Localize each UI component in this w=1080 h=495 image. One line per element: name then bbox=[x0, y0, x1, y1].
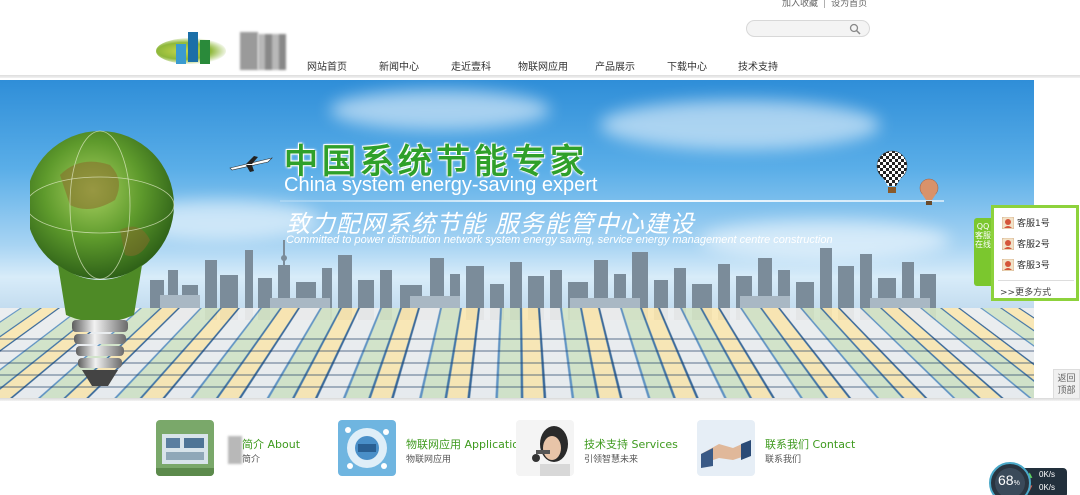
feature-application-sub: 物联网应用 bbox=[406, 455, 452, 465]
qq-avatar-icon bbox=[1002, 238, 1014, 250]
top-links-separator: | bbox=[823, 0, 827, 9]
download-rate: 0K/s bbox=[1039, 483, 1056, 492]
qq-more-link[interactable]: >>更多方式 bbox=[1000, 285, 1051, 298]
feature-contact[interactable]: 联系我们 Contact 联系我们 bbox=[697, 420, 867, 480]
search-box bbox=[746, 20, 870, 37]
application-thumbnail bbox=[338, 420, 396, 476]
back-to-top-line1: 返回 bbox=[1057, 374, 1076, 384]
banner-divider bbox=[280, 200, 944, 202]
top-links: 加入收藏 | 设为首页 bbox=[782, 0, 867, 9]
services-thumbnail bbox=[516, 420, 574, 476]
qq-service-tab[interactable]: QQ客服在线 bbox=[974, 218, 992, 286]
qq-agent-label: 客服2号 bbox=[1017, 240, 1050, 250]
nav-item-about[interactable]: 走近壹科 bbox=[451, 58, 491, 73]
banner-en-title: China system energy-saving expert bbox=[284, 174, 598, 196]
qq-tab-label: QQ客服在线 bbox=[975, 222, 991, 249]
feature-about-sub: 简介 bbox=[242, 455, 261, 465]
search-icon[interactable] bbox=[849, 23, 861, 35]
qq-agent-2[interactable]: 客服2号 bbox=[1002, 237, 1050, 251]
feature-contact-title: 联系我们 Contact bbox=[765, 438, 856, 451]
contact-thumbnail bbox=[697, 420, 755, 476]
qq-avatar-icon bbox=[1002, 259, 1014, 271]
banner-bottom-divider bbox=[0, 398, 1080, 401]
network-speed-widget[interactable]: ▲ 0K/s ▼ 0K/s 68% bbox=[989, 460, 1080, 495]
hot-air-balloon-icon bbox=[876, 150, 908, 193]
qq-agent-3[interactable]: 客服3号 bbox=[1002, 258, 1050, 272]
back-to-top-button[interactable]: 返回 顶部 bbox=[1053, 369, 1080, 401]
hero-banner[interactable]: 中国系统节能专家 China system energy-saving expe… bbox=[0, 80, 1034, 398]
nav-item-support[interactable]: 技术支持 bbox=[738, 58, 778, 73]
qq-agent-label: 客服1号 bbox=[1017, 219, 1050, 229]
qq-service-panel: 客服1号 客服2号 客服3号 >>更多方式 bbox=[991, 205, 1079, 301]
memory-percent: 68% bbox=[998, 472, 1020, 488]
feature-application[interactable]: 物联网应用 Application 物联网应用 bbox=[338, 420, 526, 480]
memory-percent-value: 68 bbox=[998, 472, 1014, 488]
feature-services[interactable]: 技术支持 Services 引领智慧未来 bbox=[516, 420, 686, 480]
feature-services-sub: 引领智慧未来 bbox=[584, 455, 639, 465]
search-input[interactable] bbox=[755, 22, 845, 35]
feature-about-title: 简介 About bbox=[242, 438, 301, 451]
nav-item-news[interactable]: 新闻中心 bbox=[379, 58, 419, 73]
feature-application-title: 物联网应用 Application bbox=[406, 438, 526, 451]
nav-item-products[interactable]: 产品展示 bbox=[595, 58, 635, 73]
main-nav: 网站首页 新闻中心 走近壹科 物联网应用 产品展示 下载中心 技术支持 bbox=[0, 58, 1080, 76]
nav-item-iot[interactable]: 物联网应用 bbox=[518, 58, 568, 73]
feature-about[interactable]: 简介 About 简介 bbox=[156, 420, 326, 480]
nav-item-home[interactable]: 网站首页 bbox=[307, 58, 347, 73]
cloud bbox=[330, 90, 550, 130]
cloud bbox=[600, 100, 880, 150]
qq-agent-label: 客服3号 bbox=[1017, 261, 1050, 271]
nav-item-downloads[interactable]: 下载中心 bbox=[667, 58, 707, 73]
airplane-icon bbox=[229, 156, 273, 172]
upload-rate: 0K/s bbox=[1039, 470, 1056, 479]
green-lightbulb-illustration bbox=[30, 130, 175, 386]
hot-air-balloon-icon bbox=[919, 178, 939, 205]
banner-en-subtitle: Committed to power distribution network … bbox=[286, 234, 833, 246]
back-to-top-line2: 顶部 bbox=[1057, 386, 1076, 396]
about-thumbnail bbox=[156, 420, 214, 476]
qq-agent-1[interactable]: 客服1号 bbox=[1002, 216, 1050, 230]
about-blurred-text bbox=[228, 436, 242, 464]
qq-avatar-icon bbox=[1002, 217, 1014, 229]
add-favorite-link[interactable]: 加入收藏 bbox=[782, 0, 818, 9]
feature-contact-sub: 联系我们 bbox=[765, 455, 802, 465]
feature-services-title: 技术支持 Services bbox=[584, 438, 678, 451]
set-homepage-link[interactable]: 设为首页 bbox=[831, 0, 867, 9]
qq-divider bbox=[998, 280, 1074, 281]
header-divider bbox=[0, 75, 1080, 78]
memory-percent-unit: % bbox=[1013, 480, 1020, 487]
